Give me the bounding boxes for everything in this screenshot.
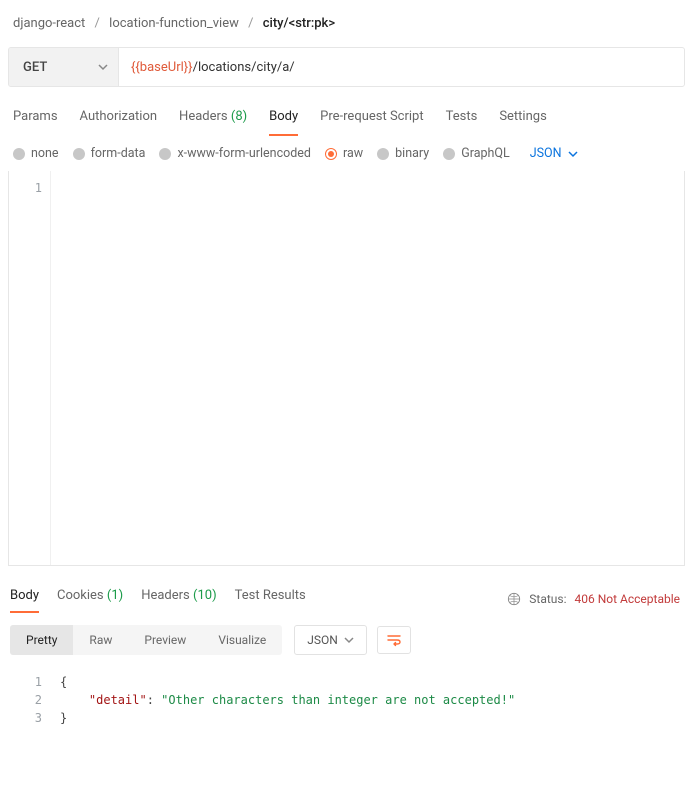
- radio-binary[interactable]: binary: [377, 146, 429, 161]
- breadcrumb-separator: /: [248, 16, 253, 31]
- response-view-controls: Pretty Raw Preview Visualize JSON: [0, 621, 693, 661]
- tab-settings[interactable]: Settings: [499, 103, 546, 136]
- view-pretty[interactable]: Pretty: [10, 625, 73, 655]
- url-variable: {{baseUrl}}: [131, 60, 193, 75]
- chevron-down-icon: [344, 635, 354, 645]
- resp-tab-headers-count: (10): [193, 588, 217, 603]
- radio-icon: [73, 148, 85, 160]
- method-select[interactable]: GET: [9, 48, 119, 86]
- line-number: 1: [9, 179, 42, 197]
- response-tabs: Body Cookies (1) Headers (10) Test Resul…: [10, 584, 306, 613]
- request-body-editor[interactable]: 1: [8, 171, 685, 566]
- radio-raw[interactable]: raw: [325, 146, 363, 161]
- resp-tab-tests[interactable]: Test Results: [235, 584, 306, 613]
- view-visualize[interactable]: Visualize: [202, 625, 282, 655]
- editor-content[interactable]: [51, 171, 684, 565]
- view-raw[interactable]: Raw: [73, 625, 128, 655]
- response-content: { "detail": "Other characters than integ…: [50, 665, 685, 755]
- json-key: "detail": [89, 693, 147, 707]
- chevron-down-icon: [98, 62, 108, 72]
- tab-authorization[interactable]: Authorization: [80, 103, 158, 136]
- radio-icon: [325, 148, 337, 160]
- tab-headers-label: Headers: [179, 109, 228, 124]
- code-line: }: [60, 709, 675, 727]
- radio-formdata[interactable]: form-data: [73, 146, 146, 161]
- url-input[interactable]: {{baseUrl}}/locations/city/a/: [119, 48, 684, 86]
- url-path: /locations/city/a/: [193, 60, 295, 75]
- status-area: Status: 406 Not Acceptable: [507, 592, 680, 606]
- breadcrumb-current: city/<str:pk>: [263, 16, 335, 31]
- body-language-label: JSON: [530, 146, 562, 161]
- globe-icon[interactable]: [507, 592, 521, 606]
- wrap-lines-button[interactable]: [377, 626, 411, 654]
- response-bar: Body Cookies (1) Headers (10) Test Resul…: [0, 572, 693, 621]
- tab-params[interactable]: Params: [13, 103, 58, 136]
- wrap-icon: [387, 633, 401, 647]
- body-language-select[interactable]: JSON: [530, 146, 578, 161]
- response-body-editor[interactable]: 1 2 3 { "detail": "Other characters than…: [8, 665, 685, 755]
- method-label: GET: [23, 60, 47, 75]
- resp-tab-headers-label: Headers: [141, 588, 190, 603]
- radio-icon: [443, 148, 455, 160]
- body-type-options: none form-data x-www-form-urlencoded raw…: [0, 136, 693, 171]
- response-gutter: 1 2 3: [8, 665, 50, 755]
- resp-tab-cookies-label: Cookies: [57, 588, 104, 603]
- tab-headers-count: (8): [231, 109, 247, 124]
- breadcrumb: django-react / location-function_view / …: [0, 0, 693, 47]
- status-label: Status:: [529, 592, 566, 606]
- resp-tab-body[interactable]: Body: [10, 584, 39, 613]
- radio-icon: [13, 148, 25, 160]
- breadcrumb-part[interactable]: django-react: [13, 16, 85, 31]
- editor-gutter: 1: [9, 171, 51, 565]
- radio-urlencoded[interactable]: x-www-form-urlencoded: [159, 146, 311, 161]
- view-preview[interactable]: Preview: [128, 625, 202, 655]
- status-value[interactable]: 406 Not Acceptable: [575, 592, 680, 606]
- request-bar: GET {{baseUrl}}/locations/city/a/: [8, 47, 685, 87]
- breadcrumb-part[interactable]: location-function_view: [109, 16, 239, 31]
- radio-icon: [159, 148, 171, 160]
- line-number: 2: [8, 691, 42, 709]
- resp-tab-cookies-count: (1): [107, 588, 123, 603]
- resp-tab-cookies[interactable]: Cookies (1): [57, 584, 123, 613]
- radio-graphql[interactable]: GraphQL: [443, 146, 510, 161]
- tab-tests[interactable]: Tests: [446, 103, 478, 136]
- line-number: 3: [8, 709, 42, 727]
- response-format-select[interactable]: JSON: [294, 625, 367, 655]
- request-tabs: Params Authorization Headers (8) Body Pr…: [0, 95, 693, 136]
- view-mode-segment: Pretty Raw Preview Visualize: [10, 625, 282, 655]
- code-line: "detail": "Other characters than integer…: [60, 691, 675, 709]
- json-value: "Other characters than integer are not a…: [161, 693, 515, 707]
- tab-body[interactable]: Body: [269, 103, 298, 136]
- response-format-label: JSON: [307, 633, 338, 647]
- radio-icon: [377, 148, 389, 160]
- tab-prerequest[interactable]: Pre-request Script: [320, 103, 423, 136]
- line-number: 1: [8, 673, 42, 691]
- tab-headers[interactable]: Headers (8): [179, 103, 247, 136]
- radio-none[interactable]: none: [13, 146, 59, 161]
- chevron-down-icon: [568, 149, 578, 159]
- breadcrumb-separator: /: [95, 16, 100, 31]
- code-line: {: [60, 673, 675, 691]
- resp-tab-headers[interactable]: Headers (10): [141, 584, 216, 613]
